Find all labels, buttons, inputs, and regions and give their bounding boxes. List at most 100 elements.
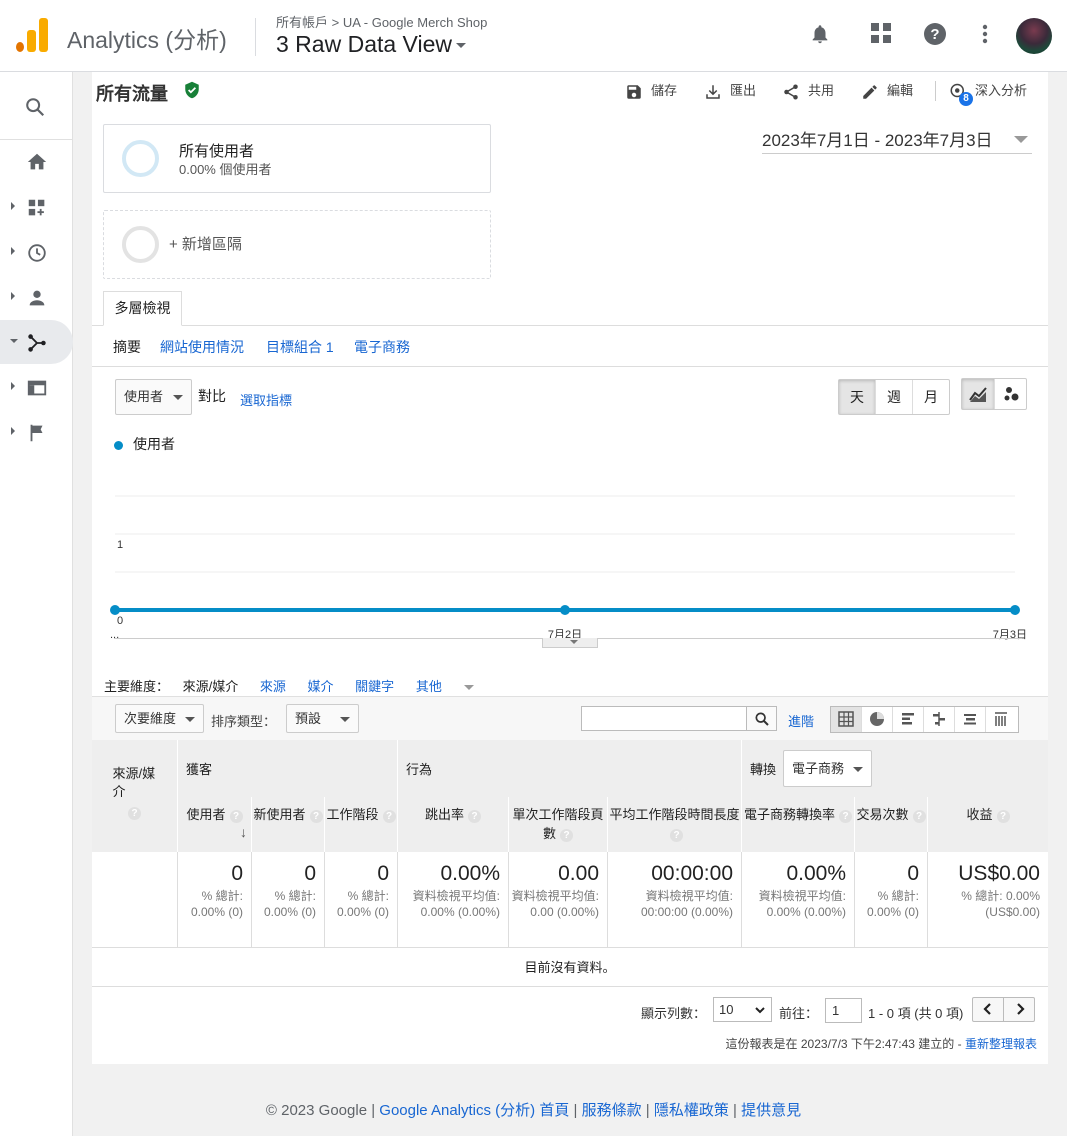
dimension-other-link[interactable]: 其他 [416, 679, 492, 694]
nav-conversions[interactable] [0, 410, 73, 454]
total-subtext: 資料檢視平均值: 0.00 (0.00%) [511, 889, 599, 919]
advanced-filter-link[interactable]: 進階 [788, 711, 814, 730]
save-label: 儲存 [651, 83, 678, 98]
help-icon[interactable]: ? [468, 810, 481, 823]
more-vert-icon[interactable] [972, 22, 998, 48]
select-metric-link[interactable]: 選取指標 [240, 390, 292, 409]
footer-link-feedback[interactable]: 提供意見 [741, 1102, 801, 1119]
nav-audience[interactable] [0, 275, 73, 319]
table-pager: 顯示列數： 10 前往： 1 1 - 0 項 (共 0 項) [92, 997, 1048, 1025]
column-header-6[interactable]: 平均工作階段時間長度? [608, 797, 742, 852]
help-icon[interactable]: ? [839, 810, 852, 823]
view-performance-button[interactable] [893, 707, 924, 732]
subtab-ecommerce[interactable]: 電子商務 [354, 337, 410, 357]
next-page-button[interactable] [1004, 998, 1035, 1021]
help-icon[interactable]: ? [560, 829, 573, 842]
date-range-picker[interactable]: 2023年7月1日 - 2023年7月3日 [762, 126, 1032, 154]
column-header-2[interactable]: 新使用者? [252, 797, 325, 852]
dimension-source-link[interactable]: 來源 [260, 679, 286, 694]
dimension-medium-link[interactable]: 媒介 [308, 679, 334, 694]
add-segment-button[interactable]: + 新增區隔 [103, 210, 491, 279]
nav-realtime[interactable] [0, 230, 73, 274]
rows-select[interactable]: 10 [713, 997, 772, 1022]
secondary-dimension-dropdown[interactable]: 次要維度 [115, 704, 204, 733]
help-icon[interactable]: ? [382, 810, 396, 823]
share-button[interactable]: 共用 [782, 82, 834, 100]
breadcrumb[interactable]: 所有帳戶 > UA - Google Merch Shop [276, 12, 487, 31]
search-icon [26, 98, 45, 117]
bell-icon[interactable] [807, 22, 833, 48]
view-pivot-button[interactable] [986, 707, 1017, 732]
dimension-column-header[interactable]: 來源/媒介 ? [92, 740, 178, 852]
download-icon [706, 84, 720, 99]
dimension-other-label: 其他 [415, 679, 442, 694]
segment-all-users[interactable]: 所有使用者 0.00% 個使用者 [103, 124, 491, 193]
help-icon[interactable]: ? [128, 807, 141, 820]
footer-link-privacy[interactable]: 隱私權政策 [654, 1102, 729, 1119]
total-value: 0.00 [558, 862, 599, 885]
help-icon[interactable]: ? [996, 810, 1010, 823]
insights-button[interactable]: 8 深入分析 [949, 82, 1027, 106]
column-header-7[interactable]: 電子商務轉換率? [742, 797, 855, 852]
period-day-button[interactable]: 天 [839, 380, 876, 414]
view-pie-button[interactable] [862, 707, 893, 732]
top-bar: Analytics (分析) 所有帳戶 > UA - Google Merch … [0, 0, 1067, 72]
column-header-4[interactable]: 跳出率? [398, 797, 509, 852]
sort-type-dropdown[interactable]: 預設 [286, 704, 359, 733]
motion-chart-button[interactable] [995, 379, 1026, 409]
table-search-input[interactable] [581, 706, 747, 731]
subtab-goal-set-1[interactable]: 目標組合 1 [266, 337, 334, 357]
table-search-button[interactable] [746, 706, 777, 731]
sort-desc-icon[interactable]: ↓ [240, 823, 247, 842]
help-icon[interactable]: ? [229, 810, 243, 823]
help-icon[interactable]: ? [922, 22, 948, 48]
prev-page-button[interactable] [973, 998, 1004, 1021]
column-header-9[interactable]: 收益? [928, 797, 1048, 852]
view-comparison-button[interactable] [924, 707, 955, 732]
total-subtext: % 總計: 0.00% (0) [263, 889, 316, 919]
tab-divider [92, 325, 1048, 326]
expand-arrow-icon [11, 292, 15, 300]
goto-input[interactable]: 1 [825, 998, 862, 1023]
period-month-button[interactable]: 月 [913, 380, 949, 414]
help-icon[interactable]: ? [309, 810, 323, 823]
line-chart: 10... 7月2日 7月3日 [110, 495, 1027, 641]
column-header-5[interactable]: 單次工作階段頁數? [509, 797, 608, 852]
nav-home[interactable] [0, 139, 73, 183]
column-header-8[interactable]: 交易次數? [855, 797, 928, 852]
chart-collapse-handle[interactable] [542, 638, 598, 648]
nav-acquisition[interactable] [0, 320, 73, 364]
apps-grid-icon[interactable] [868, 22, 894, 48]
export-button[interactable]: 匯出 [704, 82, 756, 100]
view-term-cloud-button[interactable] [955, 707, 986, 732]
save-button[interactable]: 儲存 [625, 82, 677, 100]
total-subtext: % 總計: 0.00% (0) [190, 889, 243, 919]
nav-customization[interactable] [0, 185, 73, 229]
view-table-button[interactable] [831, 707, 862, 732]
conversion-type-dropdown[interactable]: 電子商務 [783, 750, 872, 787]
tab-explorer[interactable]: 多層檢視 [103, 291, 182, 326]
nav-search[interactable] [0, 84, 73, 128]
column-header-1[interactable]: 使用者? ↓ [178, 797, 252, 852]
dimension-keyword-link[interactable]: 關鍵字 [355, 679, 394, 694]
pencil-icon [863, 84, 877, 99]
footer-link-terms[interactable]: 服務條款 [582, 1102, 642, 1119]
help-icon[interactable]: ? [912, 810, 926, 823]
data-point[interactable] [560, 605, 570, 615]
metric-dropdown[interactable]: 使用者 [115, 379, 192, 415]
footer-link-home[interactable]: Google Analytics (分析) 首頁 [379, 1102, 569, 1119]
edit-button[interactable]: 編輯 [861, 82, 913, 100]
subtab-summary[interactable]: 摘要 [113, 337, 141, 357]
refresh-report-link[interactable]: 重新整理報表 [965, 1037, 1037, 1051]
subtab-site-usage[interactable]: 網站使用情況 [160, 337, 244, 357]
nav-behavior[interactable] [0, 365, 73, 409]
column-header-3[interactable]: 工作階段? [325, 797, 398, 852]
line-chart-button[interactable] [962, 379, 995, 409]
period-week-button[interactable]: 週 [876, 380, 913, 414]
data-point[interactable] [110, 605, 120, 615]
data-point[interactable] [1010, 605, 1020, 615]
analytics-logo[interactable] [16, 18, 48, 52]
view-selector[interactable]: 3 Raw Data View [276, 31, 466, 58]
help-icon[interactable]: ? [670, 829, 683, 842]
avatar[interactable] [1016, 18, 1052, 54]
